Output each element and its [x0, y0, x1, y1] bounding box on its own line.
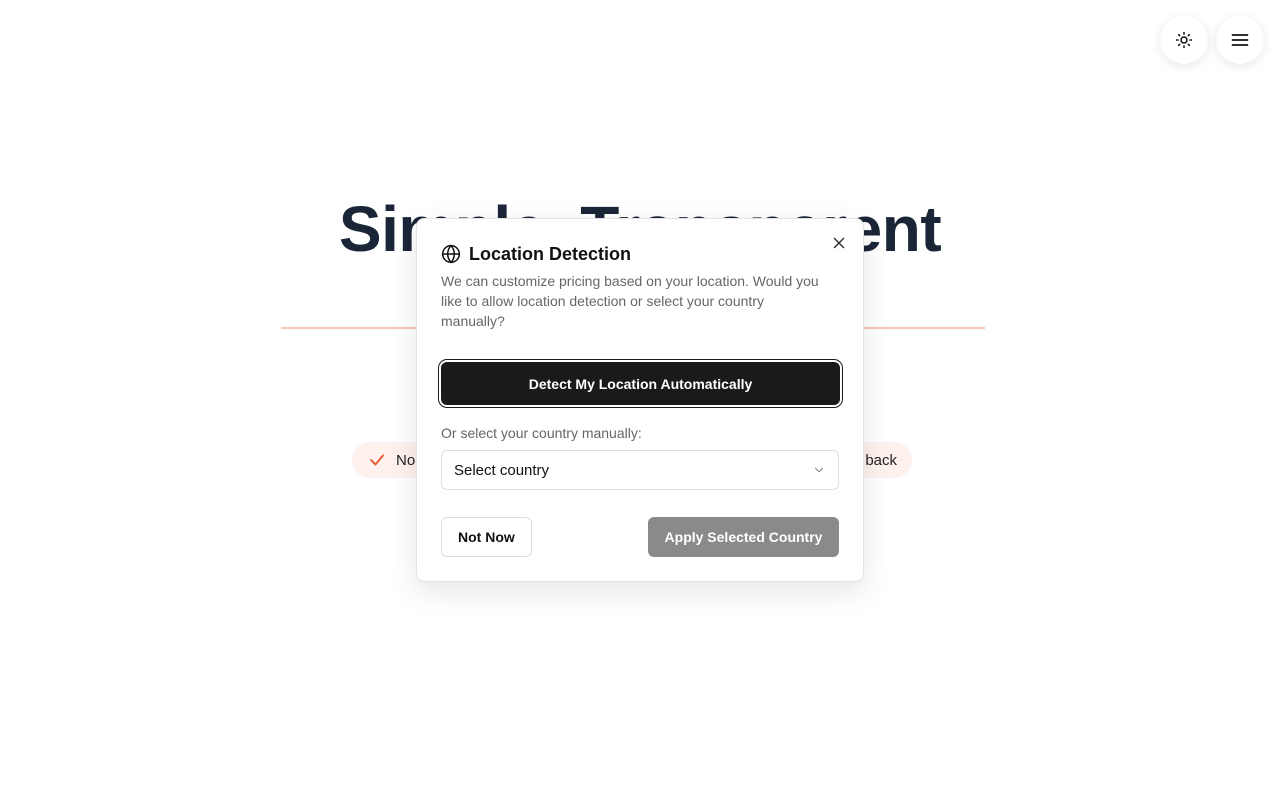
- apply-country-button[interactable]: Apply Selected Country: [648, 517, 839, 557]
- close-icon: [833, 237, 845, 249]
- not-now-button[interactable]: Not Now: [441, 517, 532, 557]
- check-icon: [370, 454, 384, 466]
- feature-pill-left-label: No: [396, 451, 416, 469]
- country-select[interactable]: Select country: [441, 450, 839, 490]
- hamburger-menu-icon: [1231, 34, 1249, 46]
- top-controls: [1160, 16, 1264, 64]
- pricing-page: Simple, Transparent Choose the plan that…: [0, 0, 1280, 800]
- theme-toggle-button[interactable]: [1160, 16, 1208, 64]
- dialog-description: We can customize pricing based on your l…: [441, 273, 819, 329]
- feature-pill-right-label: back: [865, 451, 897, 469]
- manual-select-label: Or select your country manually:: [441, 425, 642, 441]
- location-detection-dialog: Location Detection We can customize pric…: [416, 218, 864, 582]
- sun-icon: [1175, 31, 1193, 49]
- close-button[interactable]: [831, 235, 847, 251]
- menu-button[interactable]: [1216, 16, 1264, 64]
- chevron-down-icon: [814, 467, 824, 473]
- detect-location-button[interactable]: Detect My Location Automatically: [441, 362, 840, 405]
- dialog-title: Location Detection: [469, 243, 632, 264]
- globe-icon: [441, 244, 461, 264]
- dialog-actions: Not Now Apply Selected Country: [441, 517, 839, 557]
- dialog-header: Location Detection: [441, 243, 839, 265]
- country-select-value: Select country: [454, 461, 550, 479]
